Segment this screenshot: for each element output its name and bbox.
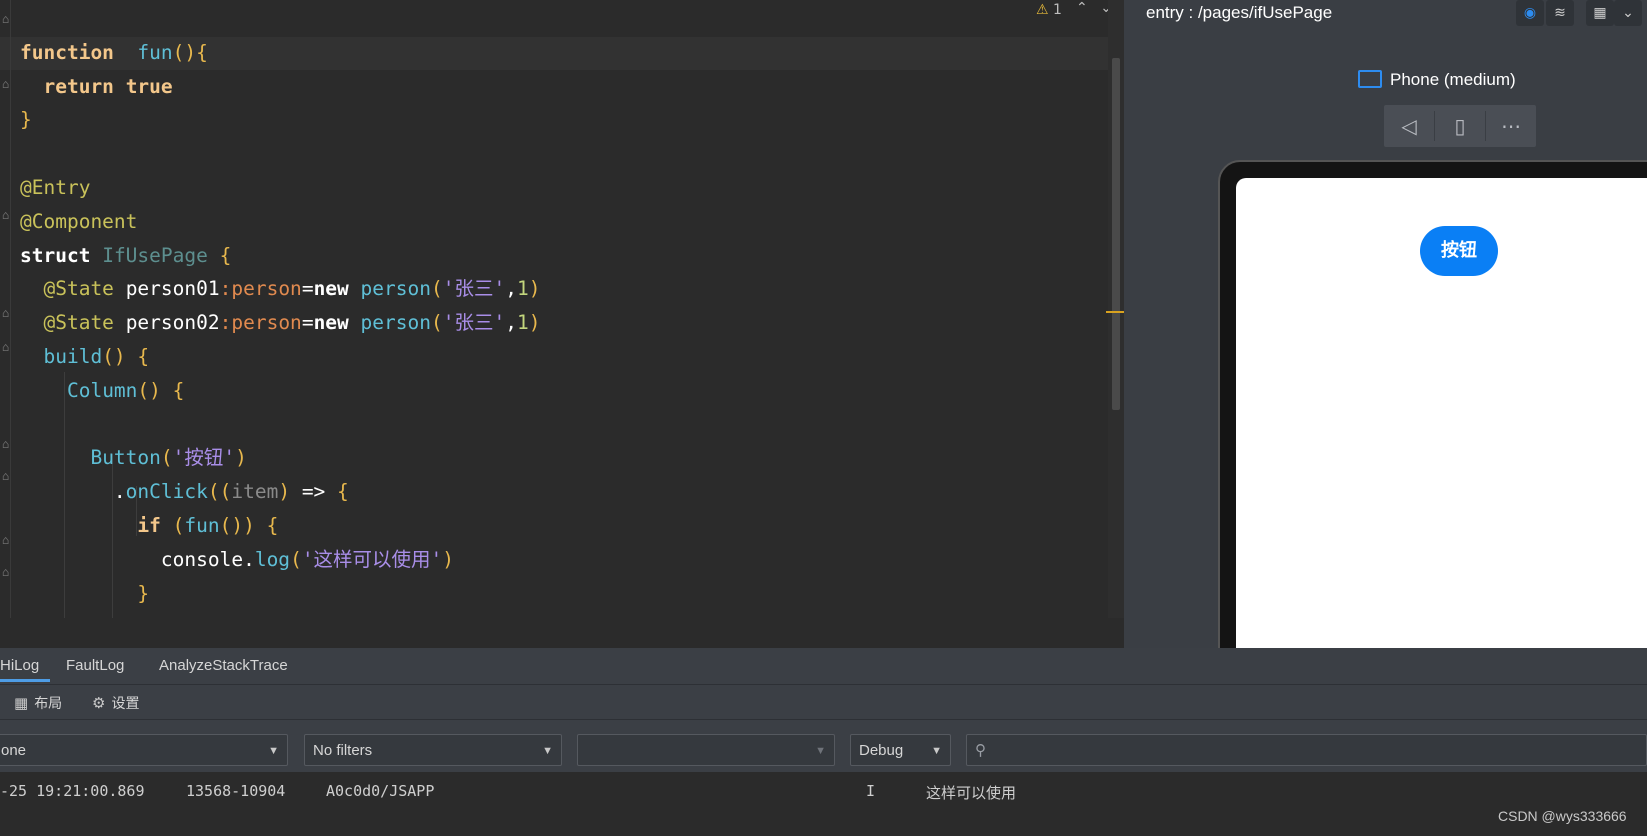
grid-icon[interactable]: ▦ bbox=[1586, 0, 1614, 26]
warning-icon: ⚠ bbox=[1036, 2, 1049, 18]
dropdown-arrow-icon: ▼ bbox=[268, 745, 279, 757]
log-level-select[interactable]: Debug ▼ bbox=[850, 734, 951, 766]
fold-marker-icon[interactable]: ⌂ bbox=[2, 533, 17, 547]
log-tag: A0c0d0/JSAPP bbox=[326, 782, 435, 800]
code-line-1: function fun(){ bbox=[20, 40, 208, 64]
back-triangle-icon[interactable]: ◁ bbox=[1384, 105, 1434, 147]
fold-marker-icon[interactable]: ⌂ bbox=[2, 12, 17, 26]
device-select[interactable]: one ▼ bbox=[0, 734, 288, 766]
device-selector[interactable]: Phone (medium) bbox=[1358, 69, 1516, 90]
dropdown-arrow-icon: ▼ bbox=[542, 745, 553, 757]
fold-marker-icon[interactable]: ⌂ bbox=[2, 306, 17, 320]
tab-faultlog[interactable]: FaultLog bbox=[66, 657, 124, 674]
code-line-9: @State person02:person=new person('张三',1… bbox=[43, 311, 541, 335]
watermark: CSDN @wys333666 bbox=[1498, 808, 1627, 824]
code-line-18: }) bbox=[20, 610, 540, 618]
code-line-2: return true bbox=[43, 74, 173, 98]
layout-button[interactable]: ▦ 布局 bbox=[14, 693, 62, 713]
log-time: -25 19:21:00.869 bbox=[0, 782, 145, 800]
dropdown-arrow-icon: ▼ bbox=[931, 745, 942, 757]
code-line-11: Column() { bbox=[66, 378, 185, 402]
code-line-16: console.log('这样可以使用') bbox=[160, 547, 455, 571]
gear-icon: ⚙ bbox=[92, 694, 106, 712]
device-toolbar: ◁ ▯ ⋯ bbox=[1384, 105, 1536, 147]
code-line-14: .onClick((item) => { bbox=[113, 480, 349, 504]
code-text[interactable]: function fun(){ return true} @Entry @Comp… bbox=[20, 2, 540, 618]
fold-marker-icon[interactable]: ⌂ bbox=[2, 340, 17, 354]
code-line-13: Button('按钮') bbox=[90, 446, 247, 470]
log-toolbar: ▦ 布局 ⚙ 设置 bbox=[0, 684, 1647, 719]
search-icon: ⚲ bbox=[975, 742, 986, 759]
log-output[interactable]: -25 19:21:00.869 13568-10904 A0c0d0/JSAP… bbox=[0, 772, 1647, 836]
rotate-device-icon[interactable]: ▯ bbox=[1435, 105, 1485, 147]
warning-scroll-marker[interactable] bbox=[1106, 311, 1124, 313]
fold-marker-icon[interactable]: ⌂ bbox=[2, 469, 17, 483]
preview-title: entry : /pages/ifUsePage bbox=[1146, 3, 1333, 22]
code-line-3: } bbox=[20, 108, 32, 132]
log-filters: one ▼ No filters ▼ ▼ Debug ▼ ⚲ bbox=[0, 719, 1647, 772]
problem-navigation: ⌃ ⌄ bbox=[1076, 0, 1112, 16]
inspector-icon[interactable]: ◉ bbox=[1516, 0, 1544, 26]
log-pid: 13568-10904 bbox=[186, 782, 286, 800]
search-input[interactable]: ⚲ bbox=[966, 734, 1647, 766]
fold-marker-icon[interactable]: ⌂ bbox=[2, 77, 17, 91]
app-button[interactable]: 按钮 bbox=[1420, 226, 1498, 276]
code-line-7: struct IfUsePage { bbox=[20, 243, 232, 267]
filter-select[interactable]: No filters ▼ bbox=[304, 734, 562, 766]
settings-button[interactable]: ⚙ 设置 bbox=[92, 693, 139, 713]
code-editor[interactable]: ⌂ ⌂ ⌂ ⌂ ⌂ ⌂ ⌂ ⌂ ⌂ function fun(){ return… bbox=[0, 0, 1124, 618]
tab-analyzestacktrace[interactable]: AnalyzeStackTrace bbox=[159, 657, 288, 674]
log-level: I bbox=[866, 782, 876, 800]
layers-icon[interactable]: ≋ bbox=[1546, 0, 1574, 26]
fold-marker-icon[interactable]: ⌂ bbox=[2, 565, 17, 579]
tab-hilog[interactable]: HiLog bbox=[0, 657, 39, 674]
code-line-10: build() { bbox=[43, 344, 150, 368]
code-line-15: if (fun()) { bbox=[137, 513, 279, 537]
chevron-down-icon[interactable]: ⌄ bbox=[1614, 0, 1642, 26]
code-line-17: } bbox=[137, 581, 150, 605]
code-line-8: @State person01:person=new person('张三',1… bbox=[43, 277, 541, 301]
dropdown-arrow-icon: ▼ bbox=[815, 745, 826, 757]
fold-marker-icon[interactable]: ⌂ bbox=[2, 437, 17, 451]
more-dots-icon[interactable]: ⋯ bbox=[1486, 105, 1536, 147]
fold-marker-icon[interactable]: ⌂ bbox=[2, 208, 17, 222]
code-line-6: @Component bbox=[20, 209, 138, 233]
log-panel: HiLog FaultLog AnalyzeStackTrace ▦ 布局 ⚙ 设置… bbox=[0, 648, 1647, 836]
chevron-up-icon[interactable]: ⌃ bbox=[1076, 0, 1088, 16]
code-line-5: @Entry bbox=[20, 175, 91, 199]
warning-indicator[interactable]: ⚠ 1 bbox=[1036, 2, 1062, 18]
grid-layout-icon: ▦ bbox=[14, 694, 29, 712]
previewer-panel: entry : /pages/ifUsePage ◉ ≋ ▦ ⌄ Phone (… bbox=[1124, 0, 1647, 648]
log-message: 这样可以使用 bbox=[926, 784, 1017, 802]
active-tab-indicator bbox=[0, 679, 50, 682]
editor-scrollbar-thumb[interactable] bbox=[1112, 58, 1120, 410]
phone-device-icon bbox=[1358, 69, 1382, 88]
process-select[interactable]: ▼ bbox=[577, 734, 835, 766]
log-tabs: HiLog FaultLog AnalyzeStackTrace bbox=[0, 648, 1647, 682]
